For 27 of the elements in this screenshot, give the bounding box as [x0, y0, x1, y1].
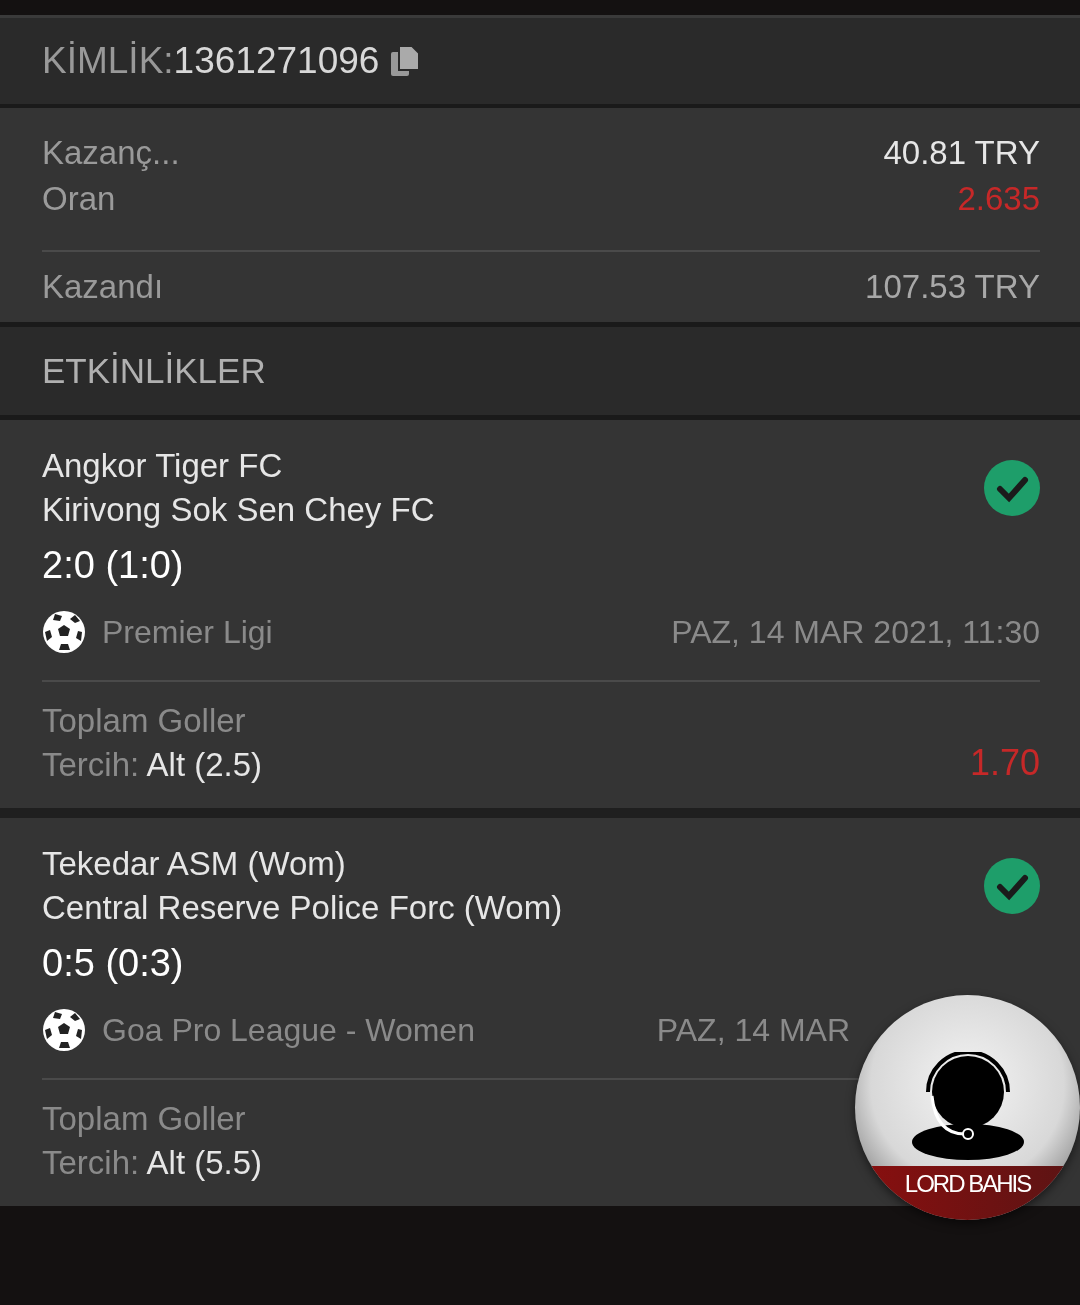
pick-text: Tercih: Alt (5.5) — [42, 1144, 263, 1182]
id-text: KİMLİK:1361271096 — [42, 40, 380, 82]
home-team: Angkor Tiger FC — [42, 446, 284, 486]
summary-value: 2.635 — [957, 180, 1040, 218]
summary-label: Oran — [42, 180, 116, 218]
summary-value: 107.53 TRY — [865, 268, 1040, 306]
event-date: PAZ, 14 MAR 2021, 11:30 — [671, 613, 1040, 651]
event-date: PAZ, 14 MAR — [656, 1011, 850, 1049]
odds-value: 1.70 — [969, 742, 1040, 784]
soccer-ball-icon — [42, 1008, 86, 1052]
league-name: Premier Ligi — [102, 613, 273, 651]
section-title: ETKİNLİKLER — [42, 351, 266, 391]
market-name: Toplam Goller — [42, 1100, 247, 1138]
copy-icon[interactable] — [391, 46, 420, 76]
summary-label: Kazandı — [42, 268, 164, 306]
away-team: Kirivong Sok Sen Chey FC — [42, 490, 435, 530]
soccer-ball-icon — [42, 610, 86, 654]
score: 0:5 (0:3) — [42, 941, 185, 986]
league-name: Goa Pro League - Women — [102, 1011, 475, 1049]
headset-person-icon — [909, 1052, 1026, 1160]
home-team: Tekedar ASM (Wom) — [42, 844, 347, 884]
market-name: Toplam Goller — [42, 702, 247, 740]
away-team: Central Reserve Police Forc (Wom) — [42, 888, 563, 928]
score: 2:0 (1:0) — [42, 543, 185, 588]
summary-value: 40.81 TRY — [883, 134, 1040, 172]
summary-label: Kazanç... — [42, 134, 180, 172]
pick-text: Tercih: Alt (2.5) — [42, 746, 263, 784]
